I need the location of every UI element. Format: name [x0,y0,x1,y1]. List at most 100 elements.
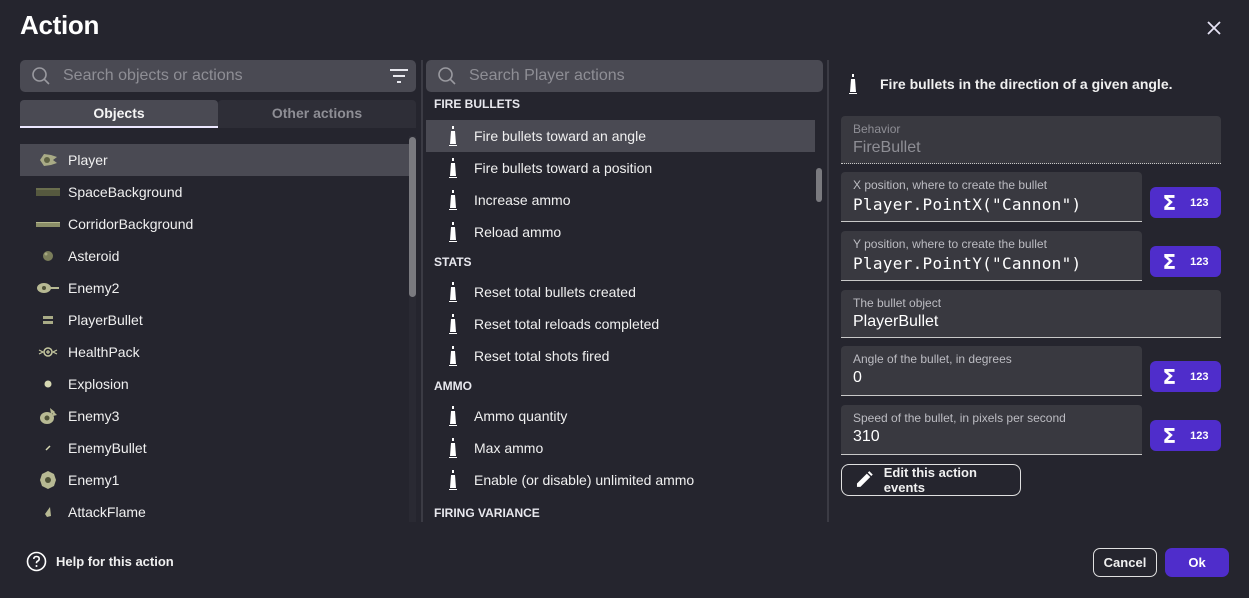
field-value[interactable]: PlayerBullet [853,313,938,331]
group-header-firing-variance: FIRING VARIANCE [434,506,540,520]
field-value[interactable]: Player.PointY("Cannon") [853,254,1081,273]
object-tabs: Objects Other actions [20,100,416,128]
bullet-sprite-icon [36,439,60,457]
actions-list: FIRE BULLETS Fire bullets toward an angl… [426,96,815,522]
bullet-object-field[interactable]: The bullet object PlayerBullet [841,290,1221,338]
action-item-ammo-quantity[interactable]: Ammo quantity [426,400,815,432]
cancel-button[interactable]: Cancel [1093,548,1157,577]
number-icon: 123 [1190,429,1209,442]
objects-search-input[interactable]: Search objects or actions [20,60,416,92]
bullet-icon [449,470,457,490]
field-value[interactable]: Player.PointX("Cannon") [853,195,1081,214]
action-item-max-ammo[interactable]: Max ammo [426,432,815,464]
flame-sprite-icon [36,503,60,521]
object-item-spacebackground[interactable]: SpaceBackground [20,176,410,208]
action-label: Reset total reloads completed [474,316,660,332]
object-item-corridorbackground[interactable]: CorridorBackground [20,208,410,240]
speed-field[interactable]: Speed of the bullet, in pixels per secon… [841,405,1142,455]
angle-expression-button[interactable]: Σ 123 [1150,361,1221,392]
object-item-enemy3[interactable]: Enemy3 [20,400,410,432]
action-item-fire-toward-angle[interactable]: Fire bullets toward an angle [426,120,815,152]
action-label: Reset total bullets created [474,284,636,300]
action-item-increase-ammo[interactable]: Increase ammo [426,184,815,216]
healthpack-sprite-icon [36,343,60,361]
action-item-reset-bullets-created[interactable]: Reset total bullets created [426,276,815,308]
field-value[interactable]: 0 [853,369,862,387]
group-header-stats: STATS [434,255,472,269]
y-position-field[interactable]: Y position, where to create the bullet P… [841,231,1142,281]
help-icon [26,551,47,572]
close-button[interactable] [1203,17,1225,39]
object-item-healthpack[interactable]: HealthPack [20,336,410,368]
objects-scrollbar-thumb[interactable] [409,137,416,297]
help-label: Help for this action [56,554,174,569]
action-label: Fire bullets toward a position [474,160,653,176]
object-item-explosion[interactable]: Explosion [20,368,410,400]
help-button[interactable]: Help for this action [26,551,174,572]
explosion-sprite-icon [36,375,60,393]
field-label: Speed of the bullet, in pixels per secon… [853,411,1066,425]
background-sprite-icon [36,215,60,233]
field-label: The bullet object [853,296,942,310]
object-label: PlayerBullet [68,312,143,328]
angle-field[interactable]: Angle of the bullet, in degrees 0 [841,346,1142,396]
bullet-icon [849,74,857,94]
speed-expression-button[interactable]: Σ 123 [1150,420,1221,451]
y-expression-button[interactable]: Σ 123 [1150,246,1221,277]
sigma-icon: Σ [1162,249,1177,274]
filter-icon[interactable] [390,68,408,84]
enemy-sprite-icon [36,407,60,425]
pane-divider [421,60,423,522]
x-position-field[interactable]: X position, where to create the bullet P… [841,172,1142,222]
group-header-fire-bullets: FIRE BULLETS [434,97,520,111]
x-expression-button[interactable]: Σ 123 [1150,187,1221,218]
group-header-ammo: AMMO [434,379,472,393]
sigma-icon: Σ [1162,190,1177,215]
object-item-enemybullet[interactable]: EnemyBullet [20,432,410,464]
action-item-fire-toward-position[interactable]: Fire bullets toward a position [426,152,815,184]
bullet-icon [449,158,457,178]
object-label: HealthPack [68,344,140,360]
search-icon [438,67,456,85]
action-item-reset-shots-fired[interactable]: Reset total shots fired [426,340,815,372]
object-item-attackflame[interactable]: AttackFlame [20,496,410,528]
object-label: Player [68,152,108,168]
player-sprite-icon [36,151,60,169]
actions-search-placeholder: Search Player actions [469,67,625,84]
field-label: Angle of the bullet, in degrees [853,352,1012,366]
action-item-unlimited-ammo[interactable]: Enable (or disable) unlimited ammo [426,464,815,496]
bullet-icon [449,190,457,210]
object-label: SpaceBackground [68,184,183,200]
object-label: EnemyBullet [68,440,147,456]
field-value[interactable]: 310 [853,428,880,446]
objects-pane: Search objects or actions Objects Other … [20,60,416,522]
action-label: Increase ammo [474,192,571,208]
enemy-sprite-icon [36,279,60,297]
object-item-playerbullet[interactable]: PlayerBullet [20,304,410,336]
pencil-icon [856,471,873,487]
actions-scrollbar-thumb[interactable] [816,168,822,202]
object-item-enemy1[interactable]: Enemy1 [20,464,410,496]
action-label: Ammo quantity [474,408,568,424]
object-label: Enemy1 [68,472,120,488]
tab-objects[interactable]: Objects [20,100,218,128]
tab-other-actions[interactable]: Other actions [218,100,416,128]
action-item-reset-reloads-completed[interactable]: Reset total reloads completed [426,308,815,340]
field-label: Y position, where to create the bullet [853,237,1047,251]
action-item-reload-ammo[interactable]: Reload ammo [426,216,815,248]
pane-divider [827,60,829,522]
ok-button[interactable]: Ok [1165,548,1229,577]
actions-pane: Search Player actions FIRE BULLETS Fire … [426,60,823,522]
object-item-player[interactable]: Player [20,144,410,176]
sigma-icon: Σ [1162,364,1177,389]
actions-search-input[interactable]: Search Player actions [426,60,823,92]
objects-list: Player SpaceBackground CorridorBackgroun… [20,144,410,528]
edit-action-events-button[interactable]: Edit this action events [841,464,1021,496]
bullet-icon [449,222,457,242]
object-item-asteroid[interactable]: Asteroid [20,240,410,272]
object-label: Explosion [68,376,129,392]
object-item-enemy2[interactable]: Enemy2 [20,272,410,304]
action-description: Fire bullets in the direction of a given… [841,73,1221,95]
objects-search-placeholder: Search objects or actions [63,67,243,84]
field-value: FireBullet [853,139,921,156]
